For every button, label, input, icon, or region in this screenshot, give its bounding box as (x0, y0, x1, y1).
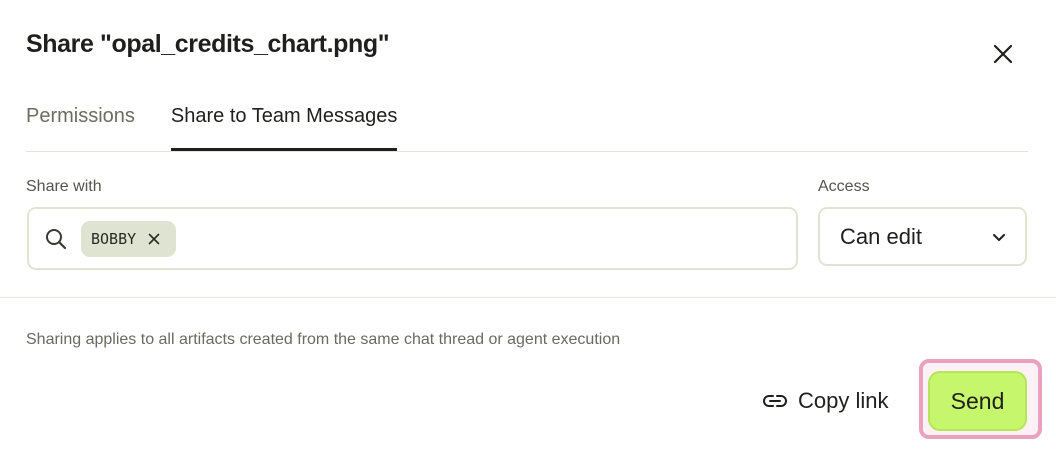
tab-permissions[interactable]: Permissions (26, 95, 135, 149)
close-icon (148, 233, 160, 244)
chip-remove-button[interactable] (148, 232, 162, 246)
copy-link-button[interactable]: Copy link (762, 386, 888, 416)
access-label: Access (818, 178, 870, 195)
copy-link-label: Copy link (798, 388, 889, 413)
search-icon (44, 226, 70, 252)
recipient-chip-label: BOBBY (91, 229, 137, 248)
send-button[interactable]: Send (928, 371, 1027, 431)
tab-bar: Permissions Share to Team Messages (26, 95, 1028, 152)
divider (0, 297, 1056, 298)
access-value: Can edit (840, 223, 922, 249)
access-select[interactable]: Can edit (818, 207, 1027, 266)
tab-share-to-team-messages[interactable]: Share to Team Messages (170, 95, 398, 151)
send-button-label: Send (950, 387, 1005, 414)
sharing-note: Sharing applies to all artifacts created… (26, 331, 621, 348)
link-icon (763, 395, 787, 407)
close-button[interactable] (989, 40, 1017, 68)
close-icon (993, 44, 1013, 64)
chevron-down-icon (993, 233, 1005, 241)
dialog-title: Share "opal_credits_chart.png" (26, 30, 390, 58)
share-with-input[interactable]: BOBBY (27, 207, 798, 270)
recipient-chip: BOBBY (81, 220, 177, 257)
share-with-label: Share with (26, 178, 102, 195)
